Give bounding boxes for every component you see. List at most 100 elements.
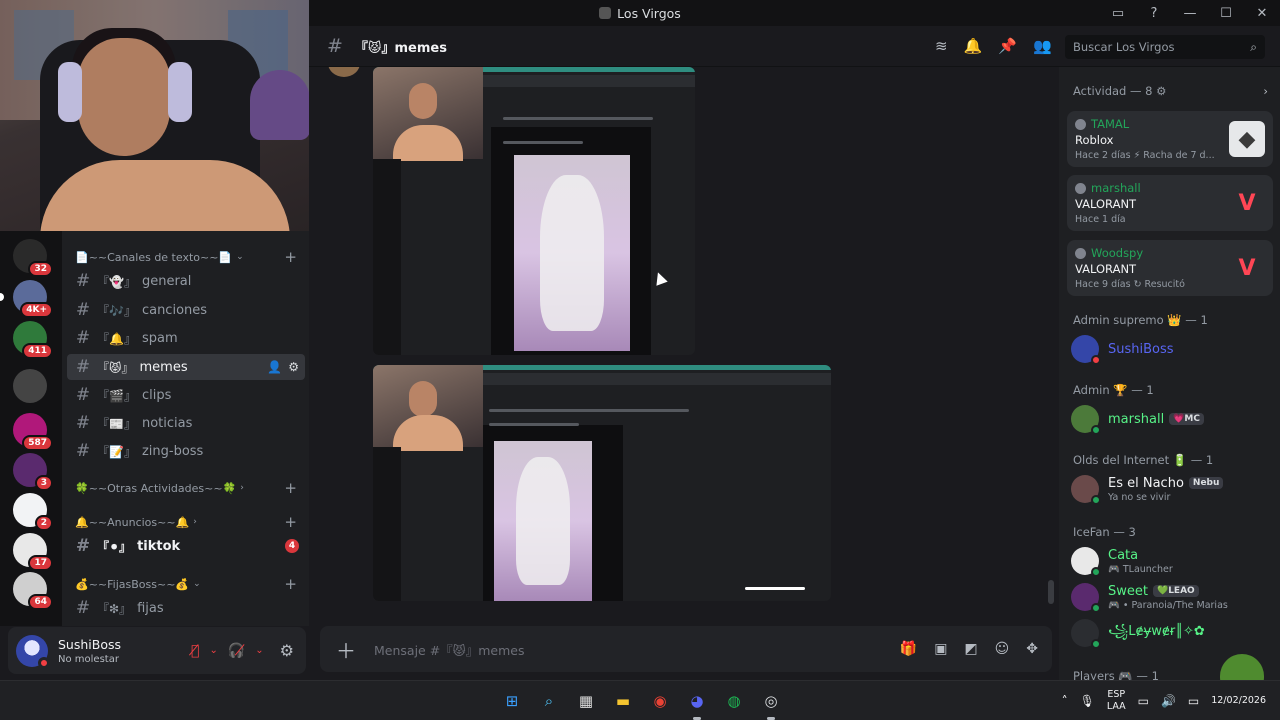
add-channel-button[interactable]: + (284, 248, 297, 266)
deafen-icon[interactable]: 🎧̸ (228, 643, 245, 659)
chevron-down-icon[interactable]: ⌄ (255, 645, 263, 656)
server-icon-3[interactable]: 411 (13, 321, 53, 359)
chevron-down-icon[interactable]: ⌄ (209, 645, 217, 656)
maximize-button[interactable]: ☐ (1208, 0, 1244, 26)
member-status: 🎮 • Paranoia/The Marias (1108, 599, 1228, 611)
channel-canciones[interactable]: # 『🎶』 canciones (67, 297, 305, 323)
server-icon-9[interactable]: 64 (13, 572, 53, 610)
chevron-right-icon[interactable]: › (1263, 84, 1268, 98)
channel-label: memes (139, 359, 188, 375)
activity-card[interactable]: Woodspy VALORANT Hace 9 días ↻ Resucitó … (1067, 240, 1273, 296)
bell-icon[interactable]: 🔔 (964, 37, 983, 55)
channel-spam[interactable]: # 『🔔』 spam (67, 325, 305, 351)
invite-icon[interactable]: 👤 (267, 360, 282, 374)
gear-icon: ⚙ (1156, 84, 1167, 98)
message-image-2[interactable] (373, 365, 831, 601)
channel-label: fijas (137, 600, 164, 616)
channel-zing-boss[interactable]: # 『📝』 zing-boss (67, 438, 305, 464)
member-item[interactable]: Es el Nacho Nebu Ya no se vivir (1071, 471, 1271, 507)
sticker-icon[interactable]: ◩ (964, 641, 977, 657)
window-title-text: Los Virgos (617, 5, 681, 21)
channel-clips[interactable]: # 『🎬』 clips (67, 382, 305, 408)
chevron-up-icon[interactable]: ˄ (1062, 694, 1068, 708)
server-badge: 64 (28, 594, 53, 610)
help-icon[interactable]: ? (1136, 0, 1172, 26)
category-label: 📄~~Canales de texto~~📄 (75, 250, 233, 264)
member-item[interactable]: Cata 🎮 TLauncher (1071, 543, 1271, 579)
add-attachment-button[interactable]: ＋ (334, 635, 358, 664)
search-icon[interactable]: ⌕ (535, 687, 563, 715)
channel-noticias[interactable]: # 『📰』 noticias (67, 410, 305, 436)
network-icon[interactable]: ▭ (1138, 694, 1149, 708)
close-button[interactable]: ✕ (1244, 0, 1280, 26)
mic-muted-icon[interactable]: 🎙̸ (191, 643, 199, 659)
category-text-channels[interactable]: 📄~~Canales de texto~~📄 ⌄ + (75, 248, 297, 266)
folder-icon[interactable]: ▬ (609, 687, 637, 715)
members-icon[interactable]: 👥 (1033, 37, 1052, 55)
message-list[interactable] (309, 67, 1059, 626)
message-image-1[interactable] (373, 67, 695, 355)
member-name: ꧁Lɇɏwɇɍ║✧✿ (1108, 623, 1205, 639)
server-icon-1[interactable]: 32 (13, 239, 53, 277)
spotify-icon[interactable]: ◍ (720, 687, 748, 715)
add-channel-button[interactable]: + (284, 479, 297, 497)
server-icon-6[interactable]: 3 (13, 453, 53, 491)
activity-card[interactable]: marshall VALORANT Hace 1 día V (1067, 175, 1273, 231)
member-item[interactable]: SushiBoss (1071, 331, 1271, 367)
message-composer[interactable]: ＋ Mensaje #『😾』memes 🎁 ▣ ◩ ☺ ✥ (320, 626, 1052, 672)
server-icon-2[interactable]: 4K+ (13, 280, 53, 318)
add-channel-button[interactable]: + (284, 575, 297, 593)
store-icon[interactable]: ▦ (572, 687, 600, 715)
gear-icon[interactable]: ⚙ (288, 360, 299, 374)
category-announcements[interactable]: 🔔~~Anuncios~~🔔 › + (75, 513, 297, 531)
member-item[interactable]: marshall 💗MC (1071, 401, 1271, 437)
mic-icon[interactable]: 🎙 (1080, 694, 1095, 708)
windows-start-icon[interactable]: ⊞ (498, 687, 526, 715)
composer-placeholder[interactable]: Mensaje #『😾』memes (374, 640, 524, 659)
search-input[interactable]: Buscar Los Virgos ⌕ (1065, 35, 1265, 59)
server-icon-4[interactable] (13, 369, 47, 403)
add-channel-button[interactable]: + (284, 513, 297, 531)
clock[interactable]: 12/02/2026 (1211, 695, 1266, 707)
role-group-header: IceFan — 3 (1073, 525, 1136, 539)
channel-emoji: 『🎬』 (97, 388, 136, 403)
category-other[interactable]: 🍀~~Otras Actividades~~🍀 › + (75, 479, 297, 497)
member-item[interactable]: ꧁Lɇɏwɇɍ║✧✿ (1071, 615, 1271, 651)
discord-icon[interactable]: ◕ (683, 687, 711, 720)
threads-icon[interactable]: ≋ (935, 37, 948, 55)
battery-icon[interactable]: ▭ (1188, 694, 1199, 708)
member-item[interactable]: Sweet 💚LEAO 🎮 • Paranoia/The Marias (1071, 579, 1271, 615)
server-icon-8[interactable]: 17 (13, 533, 53, 571)
channel-general[interactable]: # 『👻』 general (67, 268, 305, 294)
category-fijas[interactable]: 💰~~FijasBoss~~💰 ⌄ + (75, 575, 297, 593)
minimize-button[interactable]: — (1172, 0, 1208, 26)
user-avatar-icon (1075, 247, 1086, 259)
channel-fijas[interactable]: # 『❇』 fijas (67, 595, 305, 621)
scrollbar[interactable] (1048, 580, 1054, 604)
server-badge: 587 (22, 435, 53, 451)
server-icon (599, 7, 612, 19)
member-tag: 💗MC (1169, 413, 1204, 425)
username: SushiBoss (58, 636, 122, 652)
language-indicator[interactable]: ESP LAA (1107, 689, 1126, 713)
inbox-icon[interactable]: ▭ (1100, 0, 1136, 26)
activity-header[interactable]: Actividad — 8 ⚙ › (1073, 84, 1268, 98)
server-icon-7[interactable]: 2 (13, 493, 53, 531)
apps-icon[interactable]: ✥ (1026, 641, 1038, 657)
message-avatar[interactable] (328, 67, 360, 77)
gift-icon[interactable]: 🎁 (900, 641, 917, 657)
volume-icon[interactable]: 🔊 (1161, 694, 1176, 708)
channel-memes[interactable]: # 『😾』 memes 👤 ⚙ (67, 354, 305, 380)
pin-icon[interactable]: 📌 (998, 37, 1017, 55)
obs-icon[interactable]: ◎ (757, 687, 785, 720)
chrome-icon[interactable]: ◉ (646, 687, 674, 715)
activity-card[interactable]: TAMAL Roblox Hace 2 días ⚡ Racha de 7 d.… (1067, 111, 1273, 167)
avatar[interactable] (16, 634, 50, 669)
server-icon-5[interactable]: 587 (13, 413, 53, 451)
gif-icon[interactable]: ▣ (934, 641, 947, 657)
emoji-icon[interactable]: ☺ (995, 641, 1010, 657)
category-label: 🍀~~Otras Actividades~~🍀 (75, 481, 237, 495)
hashtag-icon: # (75, 413, 91, 433)
settings-gear-icon[interactable]: ⚙ (280, 641, 294, 660)
channel-tiktok[interactable]: # 『⚫』 tiktok 4 (67, 533, 305, 559)
